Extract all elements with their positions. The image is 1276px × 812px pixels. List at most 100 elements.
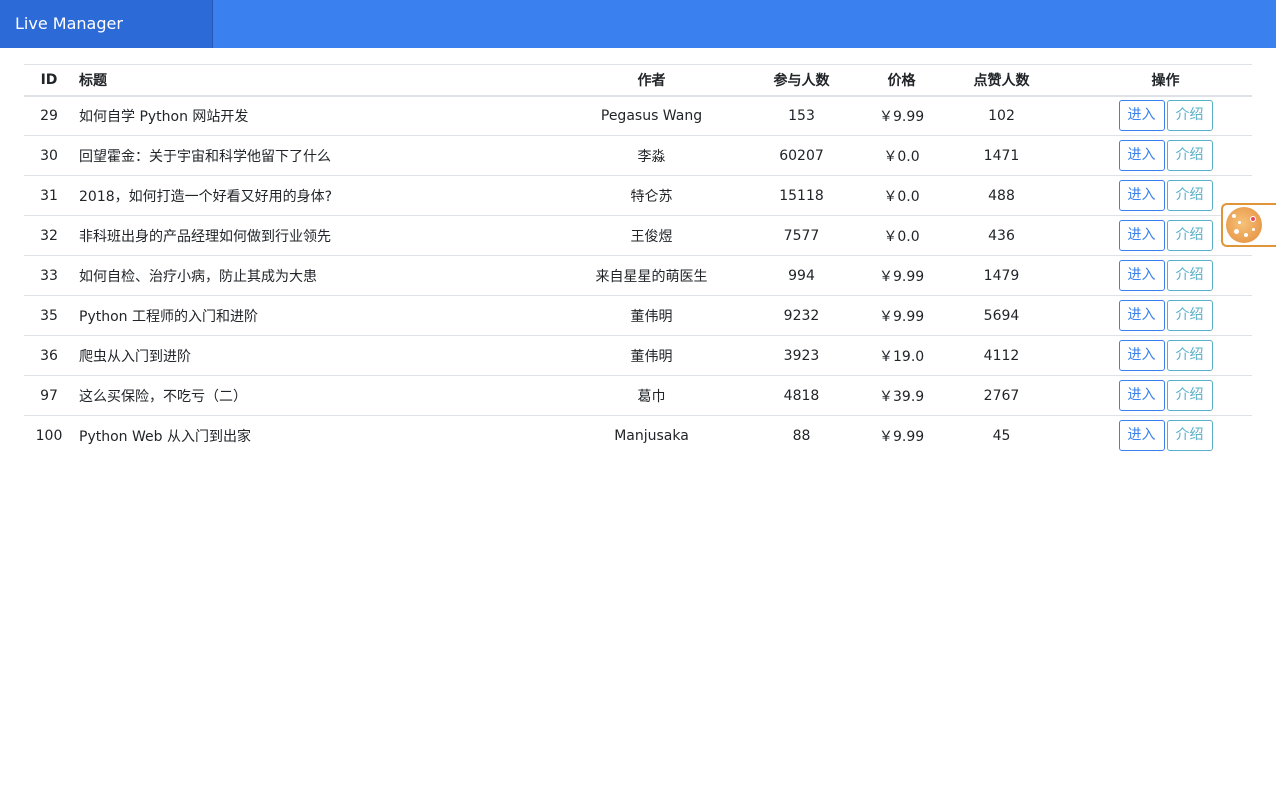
table-row: 35 Python 工程师的入门和进阶 董伟明 9232 ￥9.99 5694 进入 介绍: [24, 295, 1252, 336]
cell-author: 董伟明: [579, 335, 724, 376]
cell-likes: 436: [924, 215, 1079, 256]
top-navbar: Live Manager: [0, 0, 1276, 48]
table-row: 100 Python Web 从入门到出家 Manjusaka 88 ￥9.99 45 进入…: [24, 416, 1252, 456]
header-price: 价格: [879, 64, 924, 97]
cell-id: 35: [24, 295, 74, 336]
cell-likes: 45: [992, 427, 1011, 444]
cell-author: 葛巾: [579, 375, 724, 416]
cell-id: 33: [24, 255, 74, 296]
floating-assistant-widget[interactable]: [1221, 203, 1276, 247]
live-table-container: ID 标题 作者 参与人数 价格 点赞人数 操作 29 如何自学 Python 网…: [24, 64, 1252, 456]
cell-actions: 进入 介绍: [1079, 135, 1252, 176]
cell-likes: 2767: [924, 375, 1079, 416]
enter-button[interactable]: 进入: [1118, 340, 1165, 371]
enter-button[interactable]: 进入: [1118, 180, 1165, 211]
cell-title: 2018，如何打造一个好看又好用的身体?: [74, 175, 579, 216]
table-row: 31 2018，如何打造一个好看又好用的身体? 特仑苏 15118 ￥0.0 488 进入介…: [24, 175, 1252, 216]
cell-title: 爬虫从入门到进阶: [74, 335, 579, 376]
enter-button[interactable]: 进入: [1118, 420, 1165, 452]
cookie-avatar-icon[interactable]: [1226, 207, 1262, 243]
cell-participants: 4818: [724, 375, 879, 416]
cell-participants: 994: [724, 255, 879, 296]
cell-price: ￥9.99: [879, 255, 924, 296]
enter-button[interactable]: 进入: [1118, 300, 1165, 331]
cell-author: 来自星星的萌医生: [579, 255, 724, 296]
table-row: 33 如何自检、治疗小病，防止其成为大患 来自星星的萌医生 994 ￥9.99 1479 进…: [24, 255, 1252, 296]
cell-id: 31: [24, 175, 74, 216]
table-row: 29 如何自学 Python 网站开发 Pegasus Wang 153 ￥9.99 10…: [24, 95, 1252, 136]
cell-id: 32: [24, 215, 74, 256]
cell-likes: 1479: [924, 255, 1079, 296]
cell-author: 特仑苏: [579, 175, 724, 216]
cell-participants: 153: [724, 95, 879, 136]
intro-button[interactable]: 介绍: [1166, 340, 1213, 371]
cell-id: 36: [24, 335, 74, 376]
cell-price: ￥9.99: [879, 295, 924, 336]
header-title: 标题: [74, 64, 579, 97]
intro-button[interactable]: 介绍: [1166, 420, 1213, 452]
cell-price: ￥0.0: [879, 135, 924, 176]
cell-title: 回望霍金：关于宇宙和科学他留下了什么: [74, 135, 579, 176]
cell-title: 如何自检、治疗小病，防止其成为大患: [74, 255, 579, 296]
cell-actions: 进入 介绍: [1079, 255, 1252, 296]
table-row: 32 非科班出身的产品经理如何做到行业领先 王俊煜 7577 ￥0.0 436 进入 介绍: [24, 215, 1252, 256]
cell-participants: 88: [792, 427, 811, 444]
live-table: ID 标题 作者 参与人数 价格 点赞人数 操作 29 如何自学 Python 网…: [24, 64, 1252, 456]
cell-actions: 进入 介绍: [1079, 95, 1252, 136]
cell-title: Python 工程师的入门和进阶: [74, 295, 579, 336]
cell-likes: 5694: [924, 295, 1079, 336]
cell-likes: 102: [924, 95, 1079, 136]
cell-author: 董伟明: [579, 295, 724, 336]
intro-button[interactable]: 介绍: [1166, 180, 1213, 211]
cell-id: 100: [35, 427, 63, 444]
intro-button[interactable]: 介绍: [1166, 140, 1213, 171]
cell-id: 30: [24, 135, 74, 176]
cell-price: ￥0.0: [879, 175, 924, 216]
cell-likes: 1471: [924, 135, 1079, 176]
intro-button[interactable]: 介绍: [1166, 380, 1213, 411]
table-row: 36 爬虫从入门到进阶 董伟明 3923 ￥19.0 4112 进入 介绍: [24, 335, 1252, 376]
cell-likes: 4112: [924, 335, 1079, 376]
table-row: 30 回望霍金：关于宇宙和科学他留下了什么 李淼 60207 ￥0.0 1471 进入 介绍: [24, 135, 1252, 176]
enter-button[interactable]: 进入: [1118, 100, 1165, 132]
cell-participants: 60207: [724, 135, 879, 176]
cell-id: 97: [24, 375, 74, 416]
cell-participants: 15118: [724, 175, 879, 216]
header-likes: 点赞人数: [924, 64, 1079, 97]
header-participants: 参与人数: [724, 64, 879, 97]
enter-button[interactable]: 进入: [1118, 140, 1165, 171]
cell-actions: 进入 介绍: [1079, 335, 1252, 376]
cell-title: 非科班出身的产品经理如何做到行业领先: [74, 215, 579, 256]
cell-price: ￥9.99: [879, 428, 925, 445]
cell-actions: 进入 介绍: [1079, 295, 1252, 336]
cell-participants: 9232: [724, 295, 879, 336]
cell-participants: 3923: [724, 335, 879, 376]
intro-button[interactable]: 介绍: [1166, 260, 1213, 291]
cell-actions: 进入 介绍: [1079, 416, 1252, 456]
cell-participants: 7577: [724, 215, 879, 256]
cell-author: 李淼: [579, 135, 724, 176]
cell-author: Pegasus Wang: [579, 95, 724, 136]
header-id: ID: [24, 64, 74, 97]
cell-actions: 进入 介绍: [1079, 375, 1252, 416]
enter-button[interactable]: 进入: [1118, 260, 1165, 291]
cell-title: 这么买保险，不吃亏（二）: [74, 375, 579, 416]
cell-title: 如何自学 Python 网站开发: [74, 95, 579, 136]
table-row: 97 这么买保险，不吃亏（二） 葛巾 4818 ￥39.9 2767 进入 介绍: [24, 375, 1252, 416]
cell-price: ￥39.9: [879, 375, 924, 416]
header-author: 作者: [579, 64, 724, 97]
cell-likes: 488: [924, 175, 1079, 216]
cell-price: ￥9.99: [879, 95, 924, 136]
intro-button[interactable]: 介绍: [1166, 100, 1213, 132]
header-actions: 操作: [1079, 64, 1252, 97]
enter-button[interactable]: 进入: [1118, 220, 1165, 251]
intro-button[interactable]: 介绍: [1166, 220, 1213, 251]
enter-button[interactable]: 进入: [1118, 380, 1165, 411]
cell-id: 29: [24, 95, 74, 136]
intro-button[interactable]: 介绍: [1166, 300, 1213, 331]
brand-title[interactable]: Live Manager: [0, 0, 213, 48]
cell-author: Manjusaka: [614, 427, 689, 444]
cell-title: Python Web 从入门到出家: [79, 428, 251, 445]
cell-price: ￥0.0: [879, 215, 924, 256]
cell-price: ￥19.0: [879, 335, 924, 376]
